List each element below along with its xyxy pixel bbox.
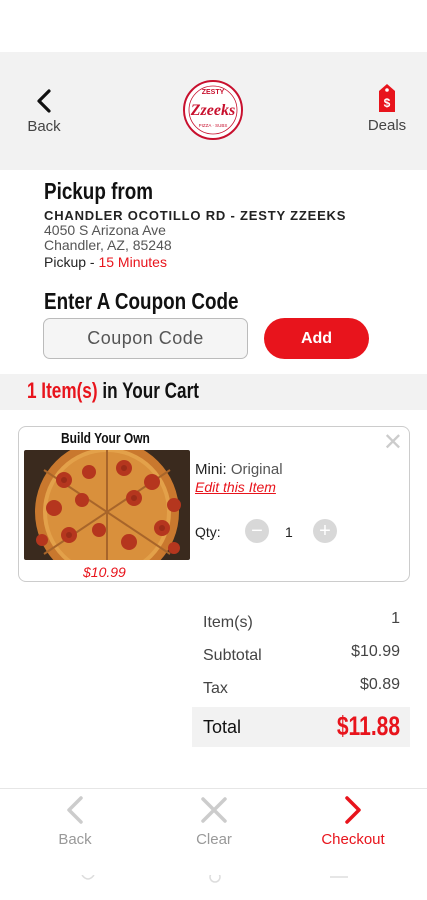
header-back-button[interactable]: Back <box>22 88 66 135</box>
pickup-time: 15 Minutes <box>98 254 167 270</box>
pickup-label: Pickup - <box>44 254 95 270</box>
tax-value: $0.89 <box>359 676 400 693</box>
header-back-label: Back <box>27 118 61 135</box>
remove-item-button[interactable]: ✕ <box>383 431 403 455</box>
nav-checkout-label: Checkout <box>321 831 385 848</box>
totals-tax-row: Tax $0.89 <box>192 672 410 705</box>
cart-header: 1 Item(s) in Your Cart <box>0 374 427 410</box>
cart-count-text: 1 Item(s) in Your Cart <box>27 378 199 404</box>
item-price: $10.99 <box>83 564 126 580</box>
system-navigation-hint <box>81 875 348 883</box>
order-totals: Item(s) 1 Subtotal $10.99 Tax $0.89 Tota… <box>192 606 410 747</box>
nav-back-label: Back <box>58 831 92 848</box>
nav-clear-label: Clear <box>196 831 232 848</box>
subtotal-value: $10.99 <box>351 643 400 660</box>
bottom-navigation: Back Clear Checkout <box>0 788 427 900</box>
pickup-title: Pickup from <box>44 178 153 204</box>
deals-label: Deals <box>367 117 407 134</box>
pizza-image <box>24 450 190 560</box>
chevron-left-icon <box>67 796 83 824</box>
pickup-section: Pickup from CHANDLER OCOTILLO RD - ZESTY… <box>44 178 414 270</box>
deals-button[interactable]: $ Deals <box>362 82 412 134</box>
status-bar-area <box>0 0 427 52</box>
price-tag-icon: $ <box>379 84 395 112</box>
app-header: Back ZESTY Zzeeks PIZZA · SUBS $ Deals <box>0 52 427 170</box>
cart-suffix: in Your Cart <box>102 378 199 403</box>
svg-text:ZESTY: ZESTY <box>202 89 225 96</box>
items-label: Item(s) <box>203 614 253 631</box>
total-value: $11.88 <box>336 711 400 741</box>
cart-item: Build Your Own $10.99 ✕ Mini: Original E… <box>18 426 410 582</box>
qty-increase-button[interactable]: + <box>313 519 337 543</box>
total-label: Total <box>203 717 242 737</box>
item-name: Build Your Own <box>61 430 150 447</box>
store-name: CHANDLER OCOTILLO RD - ZESTY ZZEEKS <box>44 208 347 223</box>
totals-total-row: Total $11.88 <box>192 707 410 747</box>
close-icon <box>201 797 227 823</box>
chevron-left-icon <box>37 89 51 113</box>
tax-label: Tax <box>203 680 228 697</box>
address-line-2: Chandler, AZ, 85248 <box>44 237 172 253</box>
zesty-zzeeks-logo: ZESTY Zzeeks PIZZA · SUBS <box>183 80 243 140</box>
item-size: Mini: Original <box>195 461 283 478</box>
items-value: 1 <box>391 610 400 627</box>
svg-text:$: $ <box>384 96 391 110</box>
svg-text:Zzeeks: Zzeeks <box>190 102 235 119</box>
subtotal-label: Subtotal <box>203 647 262 664</box>
size-label: Mini: <box>195 461 227 478</box>
qty-label: Qty: <box>195 524 221 540</box>
coupon-title: Enter A Coupon Code <box>44 288 239 314</box>
address-line-1: 4050 S Arizona Ave <box>44 222 166 238</box>
add-coupon-button[interactable]: Add <box>264 318 369 359</box>
chevron-right-icon <box>345 796 361 824</box>
nav-checkout-button[interactable]: Checkout <box>303 795 403 848</box>
qty-decrease-button[interactable]: − <box>245 519 269 543</box>
edit-item-link[interactable]: Edit this Item <box>195 479 276 495</box>
qty-value: 1 <box>285 524 293 540</box>
nav-clear-button[interactable]: Clear <box>164 795 264 848</box>
cart-item-count: 1 Item(s) <box>27 378 98 403</box>
nav-back-button[interactable]: Back <box>25 795 125 848</box>
size-value: Original <box>230 461 283 478</box>
totals-items-row: Item(s) 1 <box>192 606 410 639</box>
svg-text:PIZZA · SUBS: PIZZA · SUBS <box>199 123 228 128</box>
pickup-time-line: Pickup - 15 Minutes <box>44 254 414 270</box>
totals-subtotal-row: Subtotal $10.99 <box>192 639 410 672</box>
coupon-code-input[interactable] <box>43 318 248 359</box>
